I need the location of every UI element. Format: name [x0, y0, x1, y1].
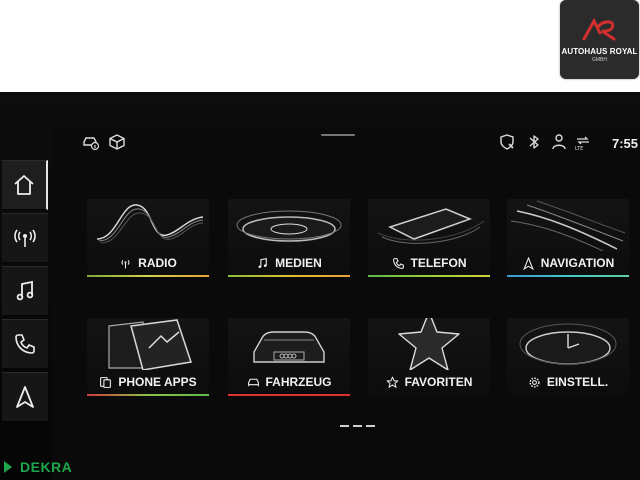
side-media-button[interactable] — [2, 266, 48, 316]
star-icon — [386, 376, 399, 388]
favorites-star-art — [398, 318, 460, 370]
tile-favorites-label-row: FAVORITEN — [368, 373, 490, 391]
dealer-mark-icon — [582, 17, 615, 40]
dekra-watermark: DEKRA — [2, 457, 72, 477]
navigation-arrow-icon — [16, 386, 34, 408]
tile-radio-label: RADIO — [138, 256, 177, 270]
clock: 7:55 — [611, 136, 638, 151]
tile-phone-apps-label: PHONE APPS — [118, 375, 197, 389]
tile-radio[interactable]: RADIO — [87, 199, 209, 277]
tile-radio-underline — [87, 275, 209, 277]
tile-navigation-label-row: NAVIGATION — [507, 254, 629, 272]
tile-vehicle-label: FAHRZEUG — [265, 375, 332, 389]
page-dot-2 — [353, 425, 362, 427]
connected-services-icon[interactable] — [498, 133, 516, 151]
tile-phone-apps-label-row: PHONE APPS — [87, 373, 209, 391]
phone-icon — [15, 334, 35, 354]
radio-wave-art — [96, 204, 204, 244]
music-note-icon — [16, 280, 34, 301]
vehicle-info-icon[interactable] — [82, 133, 100, 151]
page-indicator[interactable] — [340, 425, 376, 429]
dealer-name: AUTOHAUS ROYAL — [561, 46, 638, 56]
tile-vehicle-underline — [228, 394, 350, 396]
gear-icon — [529, 376, 540, 388]
tile-vehicle[interactable]: FAHRZEUG — [228, 318, 350, 396]
tile-favorites[interactable]: FAVORITEN — [368, 318, 490, 396]
phone-device-art — [377, 208, 485, 244]
tile-navigation-label: NAVIGATION — [540, 256, 615, 270]
dealer-sub: GMBH — [592, 56, 607, 63]
lte-signal-icon[interactable]: LTE — [574, 133, 592, 151]
side-phone-button[interactable] — [2, 319, 48, 369]
user-profile-icon[interactable] — [550, 133, 568, 151]
car-icon — [247, 378, 259, 386]
status-bar: LTE 7:55 — [78, 128, 640, 156]
side-navigation-button[interactable] — [2, 372, 48, 422]
dealer-logo: AUTOHAUS ROYAL GMBH — [560, 0, 639, 79]
tile-phone-label: TELEFON — [410, 256, 467, 270]
music-note-icon — [258, 257, 267, 268]
tile-media[interactable]: MEDIEN — [228, 199, 350, 277]
tile-settings-label-row: EINSTELL. — [507, 373, 629, 391]
dekra-logo-icon — [4, 461, 12, 473]
tile-favorites-label: FAVORITEN — [404, 375, 473, 389]
tile-radio-label-row: RADIO — [87, 254, 209, 272]
media-disc-art — [236, 210, 342, 242]
tile-navigation[interactable]: NAVIGATION — [507, 199, 629, 277]
bluetooth-icon[interactable] — [525, 133, 543, 151]
home-icon — [14, 175, 34, 195]
side-radio-button[interactable] — [2, 213, 48, 263]
tile-phone-label-row: TELEFON — [368, 254, 490, 272]
tile-vehicle-label-row: FAHRZEUG — [228, 373, 350, 391]
status-grip[interactable] — [321, 134, 355, 136]
tile-settings[interactable]: EINSTELL. — [507, 318, 629, 396]
package-icon[interactable] — [108, 133, 126, 151]
tile-phone-apps-underline — [87, 394, 209, 396]
navigation-arrow-icon — [522, 256, 534, 270]
vehicle-front-art — [253, 331, 325, 363]
phone-icon — [392, 257, 404, 269]
tile-navigation-underline — [507, 275, 629, 277]
radio-antenna-icon — [14, 229, 36, 247]
phone-apps-icon — [100, 376, 112, 388]
tile-media-label-row: MEDIEN — [228, 254, 350, 272]
side-home-button[interactable] — [2, 160, 48, 210]
tile-settings-label: EINSTELL. — [546, 375, 609, 389]
side-nav — [0, 160, 50, 422]
tile-phone-apps[interactable]: PHONE APPS — [87, 318, 209, 396]
radio-antenna-icon — [121, 259, 130, 268]
svg-text:LTE: LTE — [575, 146, 583, 151]
tile-phone[interactable]: TELEFON — [368, 199, 490, 277]
dekra-text: DEKRA — [20, 459, 73, 475]
tile-phone-underline — [368, 275, 490, 277]
page-dot-3 — [366, 425, 375, 427]
settings-dial-art — [519, 323, 617, 365]
page-dot-1 — [340, 425, 349, 427]
tile-media-label: MEDIEN — [275, 256, 322, 270]
navigation-road-art — [510, 200, 626, 251]
tile-media-underline — [228, 275, 350, 277]
phone-apps-art — [108, 319, 192, 370]
